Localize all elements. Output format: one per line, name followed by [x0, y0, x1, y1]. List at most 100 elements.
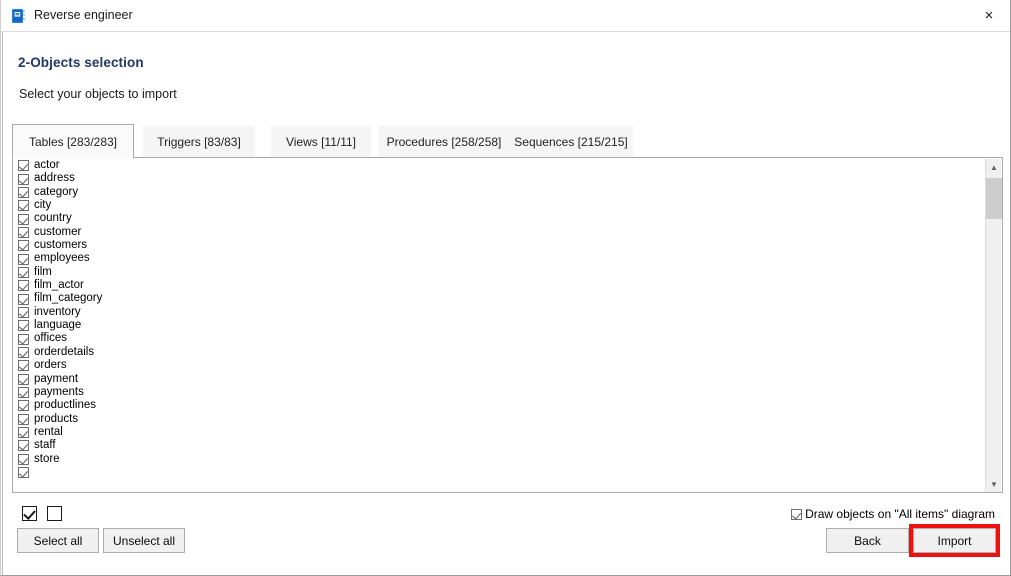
- back-button[interactable]: Back: [826, 528, 909, 553]
- objects-list-panel: actor address category city country customer c…: [12, 157, 1003, 493]
- list-item-label: orders: [34, 359, 67, 372]
- list-item-label: film: [34, 265, 52, 278]
- select-all-button[interactable]: Select all: [17, 528, 99, 553]
- list-item-label: employees: [34, 252, 90, 265]
- objects-list[interactable]: actor address category city country customer c…: [13, 158, 986, 492]
- tab-views[interactable]: Views [11/11]: [271, 126, 371, 158]
- scroll-up-arrow-icon[interactable]: ▲: [986, 159, 1002, 176]
- list-item-label: inventory: [34, 305, 81, 318]
- list-item-checkbox[interactable]: [18, 400, 29, 412]
- tab-tables[interactable]: Tables [283/283]: [12, 124, 134, 158]
- page-title: 2-Objects selection: [18, 55, 144, 70]
- list-item[interactable]: offices: [13, 332, 986, 345]
- database-document-icon: [10, 7, 28, 25]
- list-item-checkbox[interactable]: [18, 306, 29, 318]
- list-item-checkbox[interactable]: [18, 467, 29, 479]
- list-item[interactable]: [13, 466, 986, 479]
- list-item[interactable]: productlines: [13, 399, 986, 412]
- close-button[interactable]: ×: [966, 0, 1010, 31]
- close-icon: ×: [984, 7, 994, 24]
- list-item[interactable]: customer: [13, 226, 986, 239]
- list-item[interactable]: store: [13, 453, 986, 466]
- list-item-checkbox[interactable]: [18, 280, 29, 292]
- tab-strip: Tables [283/283] Triggers [83/83] Views [1…: [12, 124, 1003, 158]
- list-item-checkbox[interactable]: [18, 453, 29, 465]
- list-item-label: store: [34, 452, 60, 465]
- list-item[interactable]: payments: [13, 386, 986, 399]
- list-item-label: city: [34, 199, 52, 212]
- list-item-label: country: [34, 212, 72, 225]
- list-item[interactable]: country: [13, 212, 986, 225]
- list-item-checkbox[interactable]: [18, 440, 29, 452]
- reverse-engineer-dialog: Reverse engineer × 2-Objects selection S…: [0, 0, 1011, 576]
- list-item-checkbox[interactable]: [18, 360, 29, 372]
- check-all-checkbox[interactable]: [22, 506, 37, 521]
- list-item-label: orderdetails: [34, 345, 95, 358]
- list-item[interactable]: customers: [13, 239, 986, 252]
- list-item-checkbox[interactable]: [18, 226, 29, 238]
- list-item[interactable]: actor: [13, 159, 986, 172]
- import-button[interactable]: Import: [913, 528, 996, 553]
- title-bar: Reverse engineer ×: [1, 0, 1010, 32]
- list-item[interactable]: rental: [13, 426, 986, 439]
- list-item-label: actor: [34, 159, 60, 171]
- list-item-checkbox[interactable]: [18, 200, 29, 212]
- list-item-label: customer: [34, 225, 82, 238]
- list-item[interactable]: film: [13, 266, 986, 279]
- list-item-label: payments: [34, 385, 84, 398]
- tab-sequences[interactable]: Sequences [215/215]: [509, 126, 633, 158]
- draw-objects-checkbox[interactable]: [791, 508, 803, 520]
- scroll-down-arrow-icon[interactable]: ▼: [986, 476, 1002, 492]
- list-item-checkbox[interactable]: [18, 413, 29, 425]
- list-item-checkbox[interactable]: [18, 240, 29, 252]
- unselect-all-button[interactable]: Unselect all: [103, 528, 185, 553]
- list-item-label: language: [34, 319, 82, 332]
- list-item[interactable]: orders: [13, 359, 986, 372]
- list-item-checkbox[interactable]: [18, 346, 29, 358]
- list-item-checkbox[interactable]: [18, 427, 29, 439]
- list-item[interactable]: language: [13, 319, 986, 332]
- tab-procedures[interactable]: Procedures [258/258]: [379, 126, 509, 158]
- list-item-checkbox[interactable]: [18, 213, 29, 225]
- list-item-checkbox[interactable]: [18, 160, 29, 172]
- list-item-label: staff: [34, 439, 56, 452]
- objects-list-scrollbar[interactable]: ▲ ▼: [985, 159, 1002, 492]
- draw-objects-label: Draw objects on "All items" diagram: [805, 507, 995, 521]
- list-item-checkbox[interactable]: [18, 253, 29, 265]
- list-item[interactable]: orderdetails: [13, 346, 986, 359]
- list-item[interactable]: inventory: [13, 306, 986, 319]
- list-item-label: rental: [34, 425, 63, 438]
- list-item-checkbox[interactable]: [18, 387, 29, 399]
- list-item[interactable]: staff: [13, 439, 986, 452]
- scrollbar-thumb[interactable]: [986, 178, 1002, 219]
- list-item-label: film_category: [34, 292, 103, 305]
- list-item-checkbox[interactable]: [18, 373, 29, 385]
- dialog-client-area: 2-Objects selection Select your objects …: [2, 32, 1010, 575]
- draw-objects-option[interactable]: Draw objects on "All items" diagram: [791, 507, 995, 521]
- list-item[interactable]: address: [13, 172, 986, 185]
- list-item[interactable]: film_actor: [13, 279, 986, 292]
- list-item[interactable]: category: [13, 186, 986, 199]
- uncheck-all-checkbox[interactable]: [47, 506, 62, 521]
- list-item-label: offices: [34, 332, 68, 345]
- list-item-label: payment: [34, 372, 79, 385]
- list-item-checkbox[interactable]: [18, 293, 29, 305]
- list-item[interactable]: payment: [13, 373, 986, 386]
- list-item-label: address: [34, 172, 75, 185]
- list-item[interactable]: employees: [13, 252, 986, 265]
- list-item[interactable]: city: [13, 199, 986, 212]
- list-item[interactable]: film_category: [13, 292, 986, 305]
- list-item-label: productlines: [34, 399, 97, 412]
- list-item-label: category: [34, 185, 79, 198]
- list-item[interactable]: products: [13, 413, 986, 426]
- list-item-checkbox[interactable]: [18, 186, 29, 198]
- page-subtitle: Select your objects to import: [19, 87, 177, 101]
- window-title: Reverse engineer: [34, 8, 133, 22]
- list-item-checkbox[interactable]: [18, 173, 29, 185]
- tab-triggers[interactable]: Triggers [83/83]: [143, 126, 255, 158]
- list-item-label: products: [34, 412, 79, 425]
- list-item-checkbox[interactable]: [18, 320, 29, 332]
- list-item-checkbox[interactable]: [18, 266, 29, 278]
- list-item-label: customers: [34, 239, 88, 252]
- list-item-checkbox[interactable]: [18, 333, 29, 345]
